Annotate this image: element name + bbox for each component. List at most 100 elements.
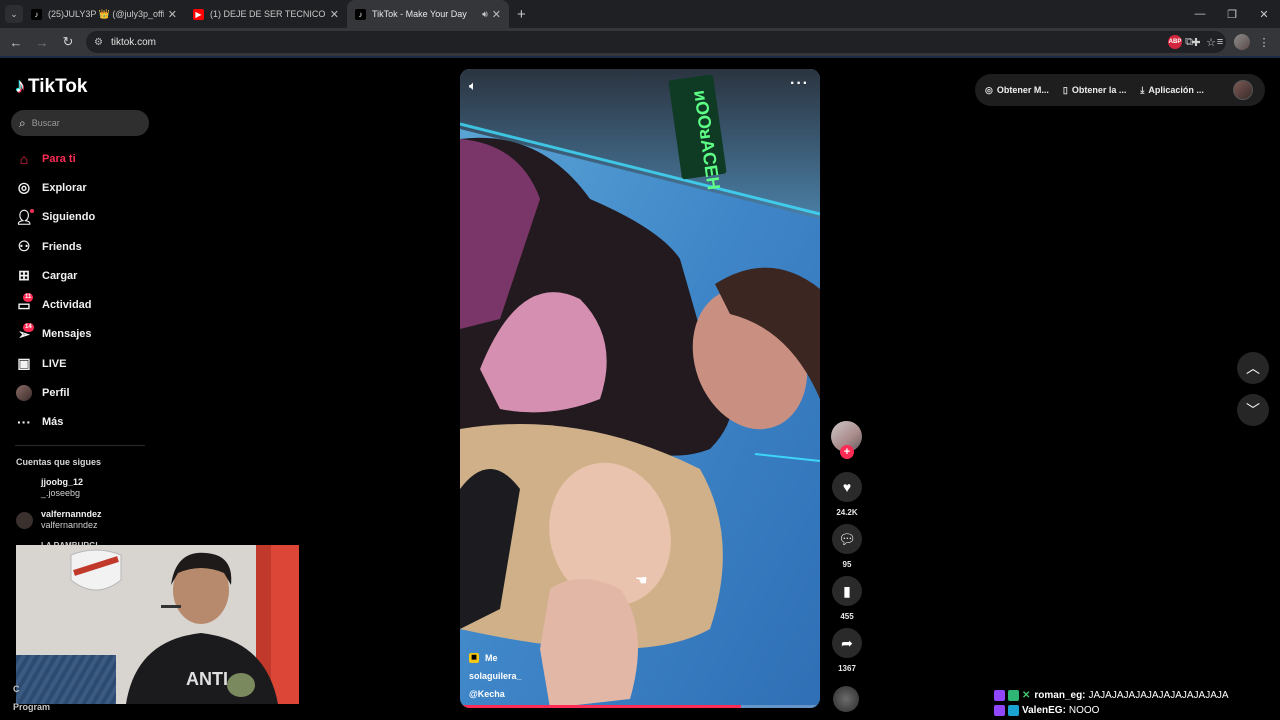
chat-username: ValenEG: <box>1022 705 1066 716</box>
tab-close-icon[interactable]: ✕ <box>492 8 501 21</box>
forward-icon[interactable]: → <box>30 30 54 54</box>
video-actions: + ♥ 24.2K 💬︎ 95 ▮ 455 ➦ 1367 <box>831 421 863 673</box>
get-app-button[interactable]: ▯ Obtener la ... <box>1063 85 1126 96</box>
sidebar-item-cargar[interactable]: ⊞ Cargar <box>15 261 150 290</box>
back-icon[interactable]: ← <box>4 30 28 54</box>
tab-title: (1) DEJE DE SER TECNICO ?? - Y <box>210 9 326 19</box>
twitch-icon <box>994 705 1005 716</box>
browser-toolbar: ← → ↻ ⚙ tiktok.com ⧉ ☆ <box>0 28 1280 56</box>
desktop-app-button[interactable]: ⤓ Aplicación ... <box>1140 85 1204 96</box>
close-window-icon[interactable]: ✕ <box>1248 0 1280 28</box>
chevron-up-icon: ︿ <box>1246 360 1260 376</box>
sidebar-item-mensajes[interactable]: ➢ 14 Mensajes <box>15 320 150 349</box>
sidebar-item-label: Mensajes <box>42 328 92 341</box>
minimize-icon[interactable]: — <box>1184 0 1216 28</box>
stream-chat: ✕ roman_eg: JAJAJAJAJAJAJAJAJAJAJAJA Val… <box>994 688 1229 718</box>
video-mention[interactable]: @Kecha <box>469 689 505 699</box>
tab-search-button[interactable]: ⌄ <box>5 5 23 23</box>
tiktok-favicon-icon: ♪ <box>355 8 366 20</box>
new-tab-button[interactable]: + <box>517 6 526 23</box>
mouse-cursor-icon: ☚ <box>635 572 648 588</box>
like-button[interactable]: ♥ 24.2K <box>831 472 863 517</box>
video-player[interactable]: ᴎOOᴚACEH 🔈︎ ··· ☚ ◼ Me solaguilera_ @Kech… <box>460 69 820 708</box>
share-icon: ➦ <box>832 628 862 658</box>
extensions-icon[interactable]: ✚ <box>1186 32 1206 52</box>
overlay-partial-label: C <box>13 684 20 694</box>
extensions-area: ABP ✚ ≡ ⋮ <box>1168 28 1274 56</box>
youtube-favicon-icon: ▶ <box>193 8 204 20</box>
account-name: valfernanndez <box>41 509 102 519</box>
search-input[interactable] <box>31 118 132 128</box>
browser-menu-icon[interactable]: ⋮ <box>1254 32 1274 52</box>
reload-icon[interactable]: ↻ <box>56 30 80 54</box>
more-options-icon[interactable]: ··· <box>790 75 809 93</box>
music-disc-icon[interactable] <box>833 686 859 712</box>
sidebar-item-mas[interactable]: ··· Más <box>15 408 150 437</box>
browser-tab[interactable]: ♪ (25)JULY3P 👑 (@july3p_officia ✕ <box>23 0 185 28</box>
following-account[interactable]: jjoobg_12 _.joseebg <box>16 477 83 499</box>
logo-text: TikTok <box>28 75 88 97</box>
compass-icon: ◎ <box>17 179 31 196</box>
tag-icon: ◼ <box>469 653 479 663</box>
adblock-icon[interactable]: ABP <box>1168 35 1182 49</box>
sidebar-item-perfil[interactable]: Perfil <box>15 378 150 407</box>
browser-tab-active[interactable]: ♪ TikTok - Make Your Day 🔊︎ ✕ <box>347 0 509 28</box>
browser-tab-strip: ⌄ ♪ (25)JULY3P 👑 (@july3p_officia ✕ ▶ (1… <box>0 0 1280 28</box>
sidebar-item-explorar[interactable]: ◎ Explorar <box>15 173 150 202</box>
chat-text: NOOO <box>1068 705 1100 716</box>
sidebar-item-friends[interactable]: ⚇ Friends <box>15 232 150 261</box>
live-icon: ▣ <box>17 355 31 372</box>
badge-icon <box>1008 705 1019 716</box>
sidebar-item-siguiendo[interactable]: 👤︎ Siguiendo <box>15 203 150 232</box>
tab-close-icon[interactable]: ✕ <box>168 8 177 21</box>
sidebar-item-label: Siguiendo <box>42 211 96 224</box>
media-controls-icon[interactable]: ≡ <box>1210 32 1230 52</box>
comment-button[interactable]: 💬︎ 95 <box>831 524 863 569</box>
speaker-icon[interactable]: 🔊︎ <box>482 9 488 20</box>
avatar <box>16 511 33 529</box>
url-text: tiktok.com <box>110 36 156 48</box>
svg-text:ANTI: ANTI <box>186 669 228 689</box>
cross-badge-icon: ✕ <box>1022 690 1031 701</box>
browser-tab[interactable]: ▶ (1) DEJE DE SER TECNICO ?? - Y ✕ <box>185 0 347 28</box>
toolbar-divider <box>0 56 1280 58</box>
following-account[interactable]: valfernanndez valfernanndez <box>16 509 102 531</box>
next-video-button[interactable]: ﹀ <box>1237 394 1269 426</box>
video-progress-bar[interactable] <box>460 705 820 708</box>
top-right-label: Obtener la ... <box>1071 85 1127 95</box>
account-username: _.joseebg <box>41 488 81 498</box>
overlay-program-label: Program <box>13 702 51 712</box>
home-icon: ⌂ <box>19 150 29 167</box>
sidebar-item-label: Para ti <box>42 152 76 165</box>
tiktok-note-icon: ♪ <box>15 75 25 97</box>
sidebar-item-actividad[interactable]: ▭ 11 Actividad <box>15 290 150 319</box>
save-button[interactable]: ▮ 455 <box>831 576 863 621</box>
notification-dot <box>30 208 34 213</box>
avatar <box>16 480 33 497</box>
sidebar-item-label: Más <box>42 416 64 429</box>
sidebar-item-para-ti[interactable]: ⌂ Para ti <box>15 144 150 173</box>
tiktok-logo[interactable]: ♪ TikTok <box>15 75 87 98</box>
restore-icon[interactable]: ❐ <box>1216 0 1248 28</box>
profile-avatar[interactable] <box>1234 34 1250 50</box>
chat-username: roman_eg: <box>1034 690 1086 701</box>
previous-video-button[interactable]: ︿ <box>1237 352 1269 384</box>
caption-tag[interactable]: Me <box>485 653 498 663</box>
address-bar[interactable]: ⚙ tiktok.com ⧉ ☆ <box>86 31 1226 53</box>
volume-icon[interactable]: 🔈︎ <box>469 78 477 94</box>
get-coins-button[interactable]: ◎ Obtener M... <box>985 85 1049 96</box>
sidebar-item-label: Cargar <box>42 269 78 282</box>
following-section-title: Cuentas que sigues <box>16 457 102 467</box>
sidebar-item-live[interactable]: ▣ LIVE <box>15 349 150 378</box>
follow-plus-icon[interactable]: + <box>840 445 854 459</box>
author-avatar[interactable]: + <box>831 421 862 459</box>
tab-close-icon[interactable]: ✕ <box>330 8 339 21</box>
chat-text: JAJAJAJAJAJAJAJAJAJAJAJA <box>1088 690 1229 701</box>
comment-icon: 💬︎ <box>832 524 862 554</box>
site-info-icon[interactable]: ⚙ <box>94 37 103 48</box>
video-author[interactable]: solaguilera_ <box>469 671 522 681</box>
search-box[interactable]: ⌕ <box>11 110 149 136</box>
avatar[interactable] <box>1233 80 1253 100</box>
video-caption: ◼ Me solaguilera_ @Kecha <box>469 649 522 703</box>
share-button[interactable]: ➦ 1367 <box>831 628 863 673</box>
